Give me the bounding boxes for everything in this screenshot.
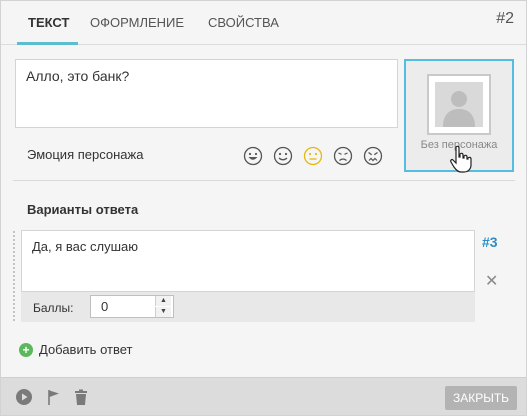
very-happy-icon[interactable] bbox=[243, 146, 263, 166]
replica-text-field[interactable]: Алло, это банк? bbox=[15, 59, 398, 128]
angry-icon[interactable] bbox=[363, 146, 383, 166]
answer-variants-heading: Варианты ответа bbox=[27, 202, 139, 217]
score-value: 0 bbox=[101, 299, 109, 314]
spin-up-icon[interactable]: ▲ bbox=[155, 296, 171, 306]
person-silhouette-icon bbox=[435, 82, 483, 127]
tab-bar: Текст Оформление Свойства #2 bbox=[1, 1, 526, 45]
plus-circle-icon: + bbox=[19, 343, 33, 357]
score-stepper[interactable]: 0 ▲ ▼ bbox=[90, 295, 174, 318]
play-icon[interactable] bbox=[15, 388, 33, 406]
node-id: #2 bbox=[496, 10, 514, 27]
emotion-label: Эмоция персонажа bbox=[27, 147, 144, 162]
active-tab-indicator bbox=[17, 42, 78, 45]
hand-cursor-icon bbox=[450, 145, 472, 173]
tab-properties[interactable]: Свойства bbox=[208, 15, 279, 30]
section-divider bbox=[13, 180, 515, 181]
happy-icon[interactable] bbox=[273, 146, 293, 166]
flag-icon[interactable] bbox=[45, 388, 63, 406]
tab-appearance[interactable]: Оформление bbox=[90, 15, 184, 30]
sad-icon[interactable] bbox=[333, 146, 353, 166]
close-button[interactable]: Закрыть bbox=[445, 386, 517, 410]
trash-icon[interactable] bbox=[72, 388, 90, 406]
delete-answer-icon[interactable]: ✕ bbox=[485, 271, 498, 291]
answer-score-row: Баллы: 0 ▲ ▼ bbox=[21, 292, 475, 322]
neutral-icon[interactable] bbox=[303, 146, 323, 166]
score-label: Баллы: bbox=[33, 301, 74, 315]
spin-down-icon[interactable]: ▼ bbox=[155, 307, 171, 317]
dialog-window: Текст Оформление Свойства #2 Алло, это б… bbox=[0, 0, 527, 416]
tab-text[interactable]: Текст bbox=[28, 15, 69, 30]
drag-handle[interactable] bbox=[13, 231, 17, 321]
portrait-frame bbox=[427, 74, 491, 135]
answer-text-field[interactable]: Да, я вас слушаю bbox=[21, 230, 475, 292]
footer-toolbar: Закрыть bbox=[1, 377, 526, 415]
add-answer-label: Добавить ответ bbox=[39, 342, 133, 357]
answer-link-id[interactable]: #3 bbox=[482, 234, 498, 250]
